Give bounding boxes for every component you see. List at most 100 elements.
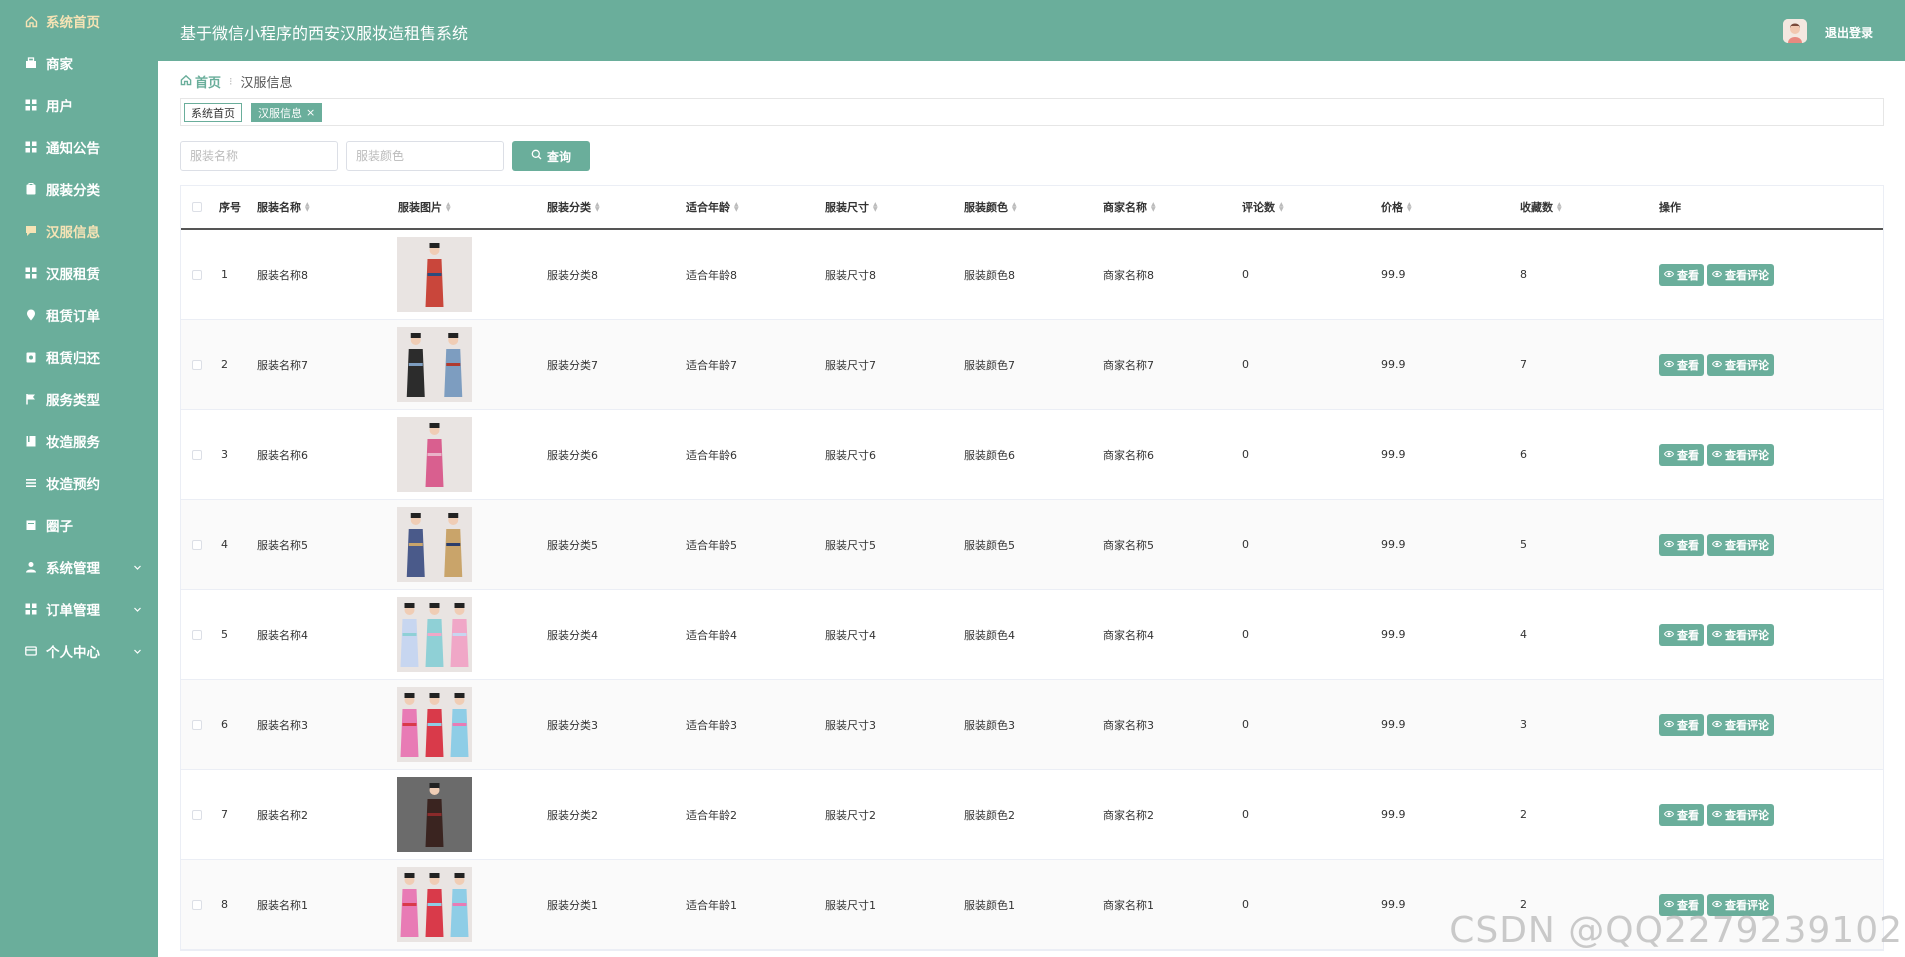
sidebar-item-rental-return[interactable]: 租赁归还 [0, 336, 158, 378]
cell-favorites: 3 [1520, 718, 1527, 731]
sort-icon[interactable]: ▲ ▼ [1407, 202, 1412, 213]
header-age[interactable]: 适合年龄 ▲ ▼ [686, 186, 739, 228]
cell-merchant: 商家名称3 [1103, 718, 1154, 732]
view-comments-button[interactable]: 查看评论 [1707, 713, 1774, 736]
header-price[interactable]: 价格 ▲ ▼ [1381, 186, 1412, 228]
view-comments-button[interactable]: 查看评论 [1707, 803, 1774, 826]
row-checkbox[interactable] [192, 899, 202, 910]
table-row: 5 服装名称4 服装分类4 适合年龄4 服装尺寸4 服装颜色4 商家名称4 0 … [181, 590, 1883, 680]
cell-color: 服装颜色6 [964, 448, 1015, 462]
row-checkbox[interactable] [192, 449, 202, 460]
table-body: 1 服装名称8 服装分类8 适合年龄8 服装尺寸8 服装颜色8 商家名称8 0 … [181, 230, 1883, 950]
cell-price: 99.9 [1381, 538, 1406, 551]
row-checkbox[interactable] [192, 809, 202, 820]
header-merchant[interactable]: 商家名称 ▲ ▼ [1103, 186, 1156, 228]
clothing-name-input[interactable] [180, 141, 338, 171]
clothing-image[interactable] [397, 597, 472, 672]
query-button-label: 查询 [546, 149, 571, 164]
sort-icon[interactable]: ▲ ▼ [305, 202, 310, 213]
sidebar-item-circle[interactable]: 圈子 [0, 504, 158, 546]
sidebar-item-makeup-service[interactable]: 妆造服务 [0, 420, 158, 462]
breadcrumb-home[interactable]: 首页 [180, 72, 221, 91]
view-button[interactable]: 查看 [1659, 803, 1704, 826]
sidebar-item-hanfu-rental[interactable]: 汉服租赁 [0, 252, 158, 294]
card-icon [24, 644, 38, 658]
sort-icon[interactable]: ▲ ▼ [1279, 202, 1284, 213]
clothing-image[interactable] [397, 687, 472, 762]
clothing-image[interactable] [397, 867, 472, 942]
sidebar-item-personal-center[interactable]: 个人中心 [0, 630, 158, 672]
sidebar-item-users[interactable]: 用户 [0, 84, 158, 126]
view-comments-button[interactable]: 查看评论 [1707, 623, 1774, 646]
view-comments-button[interactable]: 查看评论 [1707, 263, 1774, 286]
select-all-checkbox[interactable] [192, 202, 202, 212]
grid-icon [24, 602, 38, 616]
row-checkbox[interactable] [192, 269, 202, 280]
clothing-image[interactable] [397, 237, 472, 312]
query-button[interactable]: 查询 [512, 141, 590, 171]
sort-icon[interactable]: ▲ ▼ [1557, 202, 1562, 213]
cell-favorites: 8 [1520, 268, 1527, 281]
clothing-image[interactable] [397, 417, 472, 492]
sort-icon[interactable]: ▲ ▼ [734, 202, 739, 213]
clothing-image[interactable] [397, 327, 472, 402]
sidebar-item-home[interactable]: 系统首页 [0, 0, 158, 42]
header-category[interactable]: 服装分类 ▲ ▼ [547, 186, 600, 228]
header-color[interactable]: 服装颜色 ▲ ▼ [964, 186, 1017, 228]
sidebar-item-system-management[interactable]: 系统管理 [0, 546, 158, 588]
clothing-image[interactable] [397, 777, 472, 852]
eye-icon [1663, 718, 1675, 731]
header-favorites[interactable]: 收藏数 ▲ ▼ [1520, 186, 1562, 228]
sort-icon[interactable]: ▲ ▼ [873, 202, 878, 213]
header-size[interactable]: 服装尺寸 ▲ ▼ [825, 186, 878, 228]
sort-icon[interactable]: ▲ ▼ [1012, 202, 1017, 213]
view-comments-button[interactable]: 查看评论 [1707, 443, 1774, 466]
view-button[interactable]: 查看 [1659, 713, 1704, 736]
sidebar-item-service-type[interactable]: 服务类型 [0, 378, 158, 420]
logout-button[interactable]: 退出登录 [1825, 24, 1873, 41]
view-button[interactable]: 查看 [1659, 353, 1704, 376]
sort-icon[interactable]: ▲ ▼ [446, 202, 451, 213]
sidebar-item-label: 妆造预约 [46, 477, 100, 493]
tag-home[interactable]: 系统首页 [184, 103, 242, 122]
breadcrumb: 首页 ⁝ 汉服信息 [180, 72, 293, 91]
cell-category: 服装分类5 [547, 538, 598, 552]
cell-comments: 0 [1242, 358, 1249, 371]
sidebar-item-merchant[interactable]: 商家 [0, 42, 158, 84]
sidebar-item-hanfu-info[interactable]: 汉服信息 [0, 210, 158, 252]
view-button[interactable]: 查看 [1659, 443, 1704, 466]
header-name[interactable]: 服装名称 ▲ ▼ [257, 186, 310, 228]
cell-name: 服装名称3 [257, 718, 308, 732]
header-image[interactable]: 服装图片 ▲ ▼ [398, 186, 451, 228]
clothing-color-input[interactable] [346, 141, 504, 171]
row-checkbox[interactable] [192, 629, 202, 640]
row-checkbox[interactable] [192, 359, 202, 370]
view-button[interactable]: 查看 [1659, 533, 1704, 556]
sidebar-item-makeup-booking[interactable]: 妆造预约 [0, 462, 158, 504]
clothing-image[interactable] [397, 507, 472, 582]
clipboard-icon [24, 182, 38, 196]
sort-icon[interactable]: ▲ ▼ [1151, 202, 1156, 213]
view-button[interactable]: 查看 [1659, 623, 1704, 646]
cell-size: 服装尺寸2 [825, 808, 876, 822]
sidebar-item-label: 系统管理 [46, 561, 100, 577]
sidebar-item-rental-orders[interactable]: 租赁订单 [0, 294, 158, 336]
watermark: CSDN @QQ2279239102 [1449, 910, 1903, 951]
row-checkbox[interactable] [192, 539, 202, 550]
close-icon[interactable]: × [306, 106, 315, 119]
view-comments-button[interactable]: 查看评论 [1707, 353, 1774, 376]
sort-icon[interactable]: ▲ ▼ [595, 202, 600, 213]
view-button[interactable]: 查看 [1659, 263, 1704, 286]
row-checkbox[interactable] [192, 719, 202, 730]
view-comments-button[interactable]: 查看评论 [1707, 533, 1774, 556]
row-actions: 查看 查看评论 [1659, 410, 1774, 499]
sidebar-item-clothing-category[interactable]: 服装分类 [0, 168, 158, 210]
cell-color: 服装颜色4 [964, 628, 1015, 642]
cell-name: 服装名称2 [257, 808, 308, 822]
sidebar-item-order-management[interactable]: 订单管理 [0, 588, 158, 630]
sidebar-item-notice[interactable]: 通知公告 [0, 126, 158, 168]
tag-hanfu-info[interactable]: 汉服信息 × [251, 103, 323, 122]
avatar[interactable] [1783, 19, 1807, 43]
header-comments[interactable]: 评论数 ▲ ▼ [1242, 186, 1284, 228]
hanfu-table: 序号 服装名称 ▲ ▼ 服装图片 ▲ ▼ 服装分类 ▲ ▼ 适合年龄 ▲ ▼ 服装尺寸 ▲ ▼ 服装… [180, 185, 1884, 951]
